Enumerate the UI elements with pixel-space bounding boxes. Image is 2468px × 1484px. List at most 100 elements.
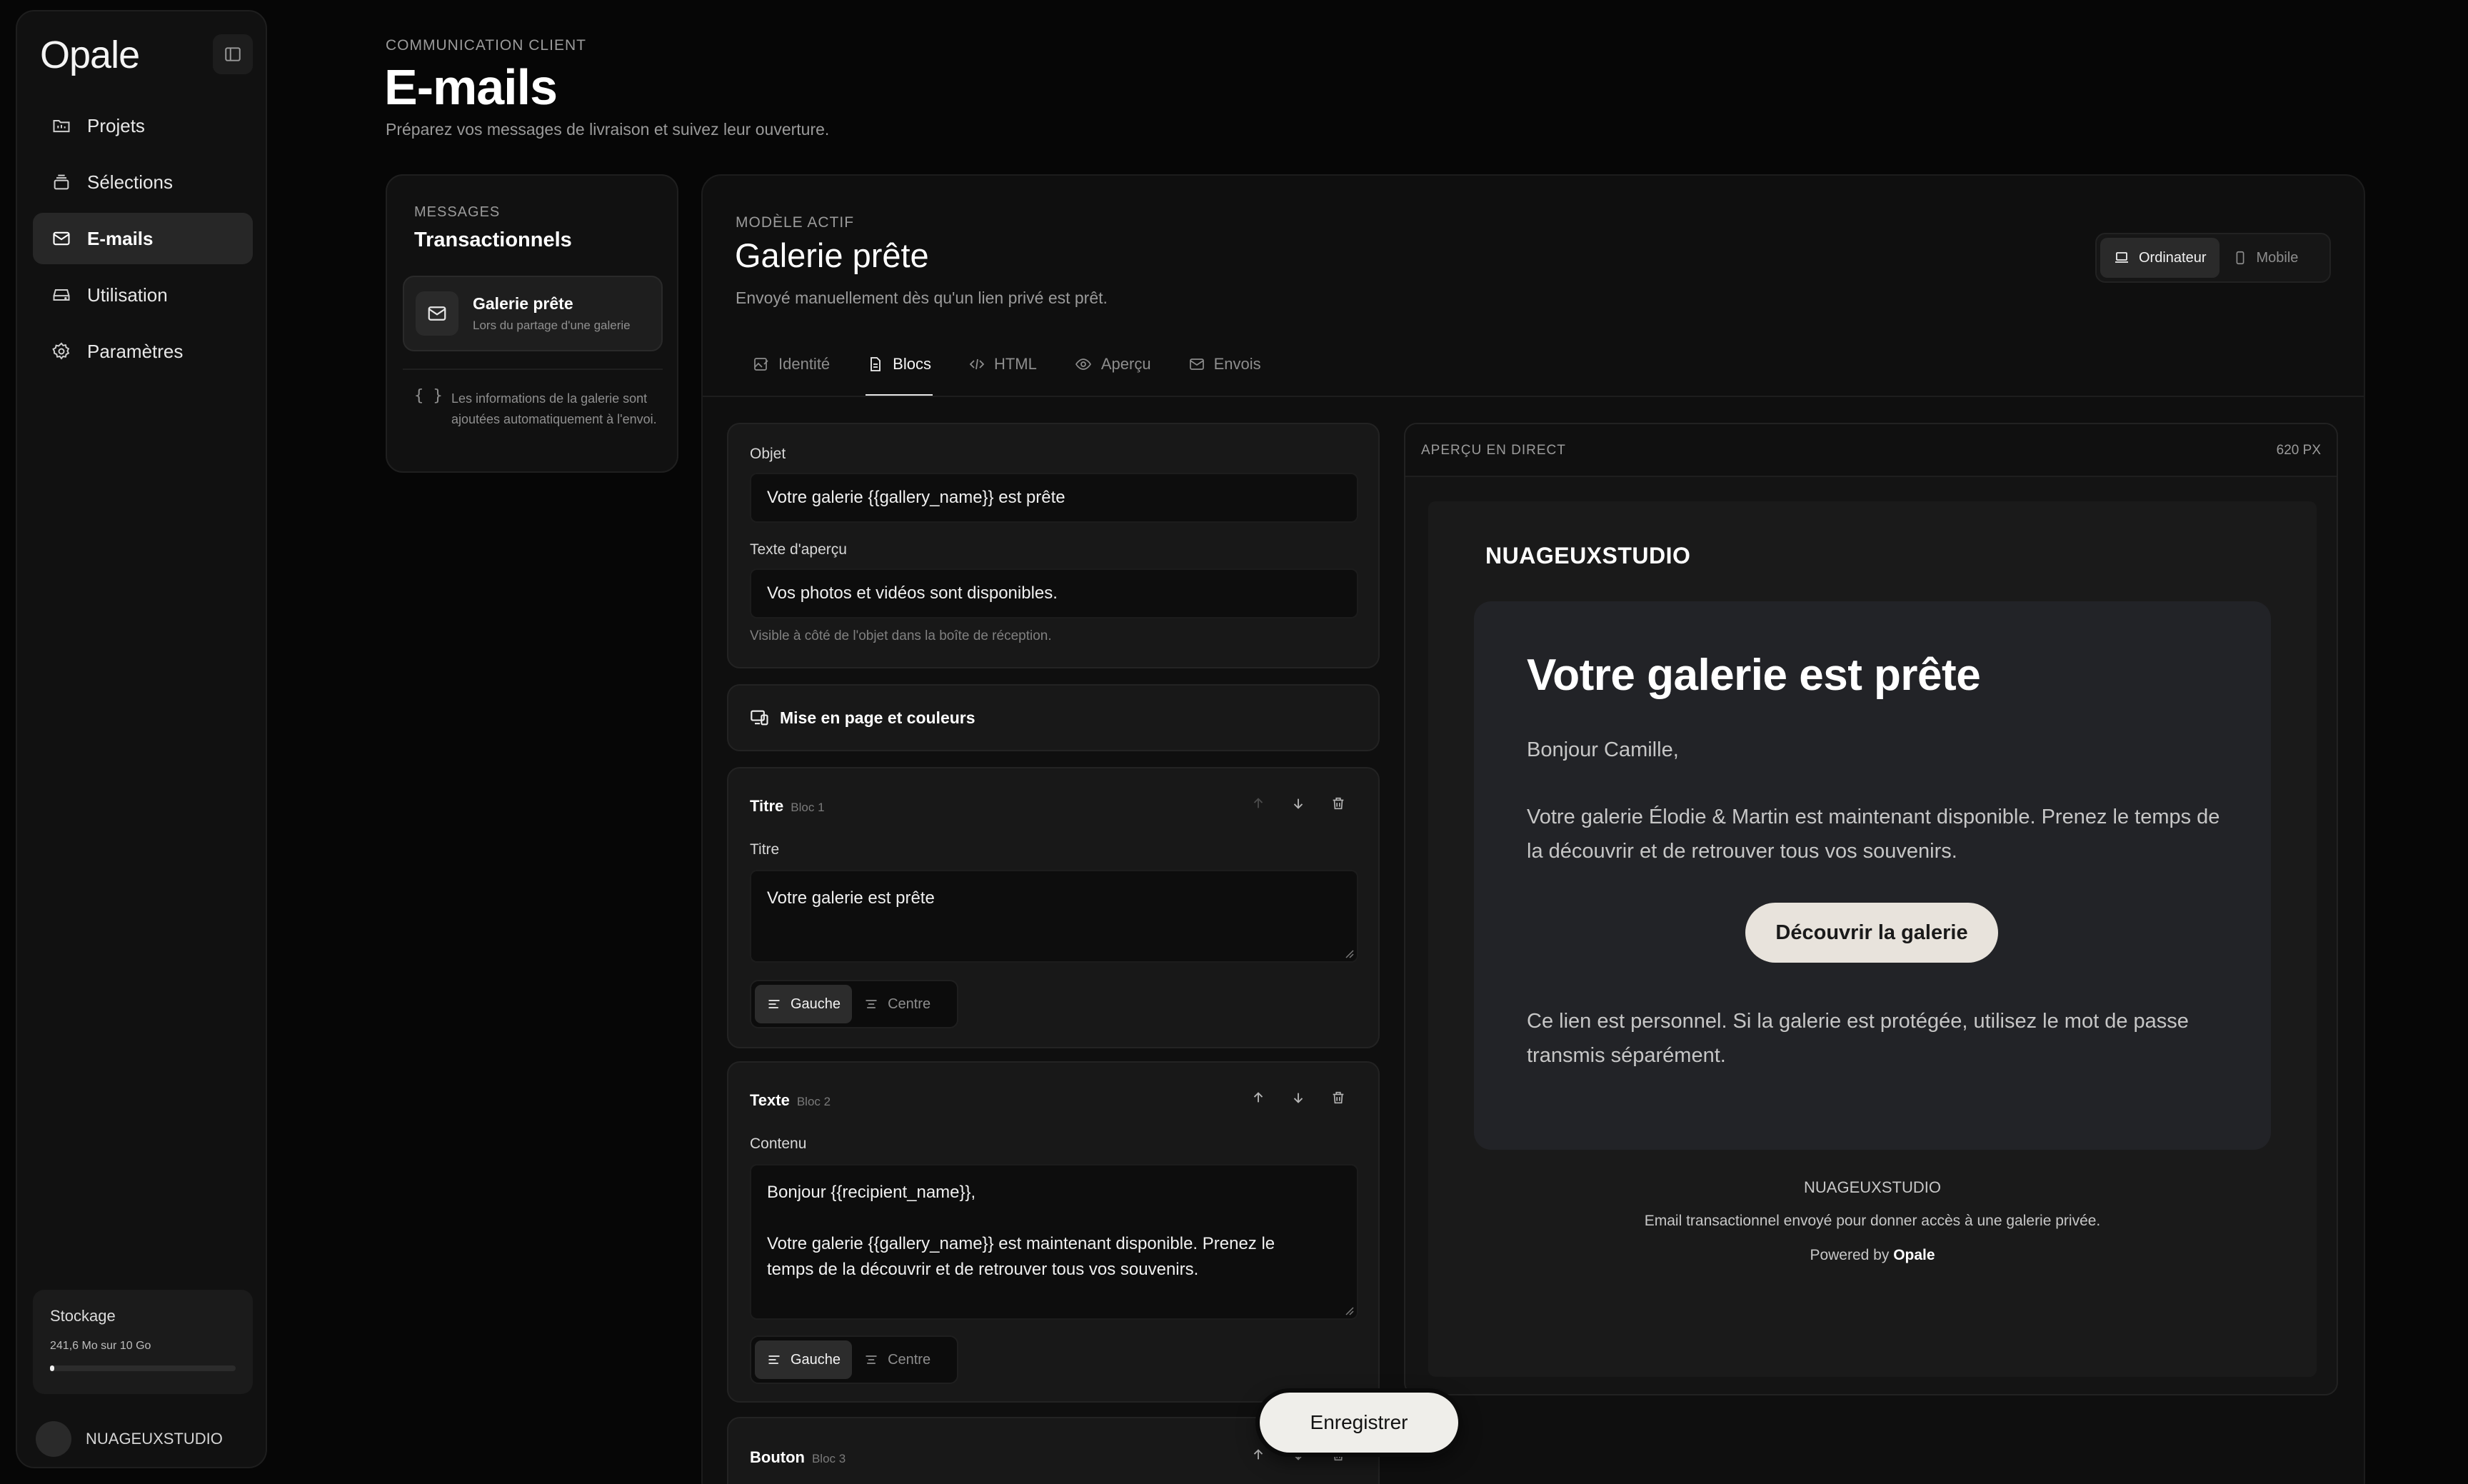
align-label: Centre xyxy=(888,996,931,1012)
laptop-icon xyxy=(2115,252,2128,263)
nav-item-emails[interactable]: E-mails xyxy=(33,213,253,264)
subject-card: Objet Votre galerie {{gallery_name}} est… xyxy=(727,423,1380,668)
template-eyebrow: MODÈLE ACTIF xyxy=(736,214,855,231)
align-center-button[interactable]: Centre xyxy=(852,1340,942,1379)
tab-label: Identité xyxy=(778,355,831,373)
block-number: Bloc 1 xyxy=(791,801,825,814)
nav-item-parametres[interactable]: Paramètres xyxy=(33,326,253,377)
block-actions xyxy=(1238,791,1358,816)
nav-label: Projets xyxy=(87,114,145,136)
tab-apercu[interactable]: Aperçu xyxy=(1074,350,1151,378)
content-field-label: Contenu xyxy=(750,1135,807,1152)
app-logo: Opale xyxy=(40,34,140,76)
move-up-button[interactable] xyxy=(1238,791,1278,816)
email-cta-button[interactable]: Découvrir la galerie xyxy=(1745,903,1998,963)
device-label: Ordinateur xyxy=(2139,249,2207,266)
preview-text-input[interactable]: Vos photos et vidéos sont disponibles. xyxy=(750,568,1358,618)
delete-block-button[interactable] xyxy=(1318,791,1358,816)
device-label: Mobile xyxy=(2256,249,2299,266)
powered-prefix: Powered by xyxy=(1810,1247,1890,1263)
block-card-texte: Texte Bloc 2 Contenu Bonjour {{recipient_… xyxy=(727,1061,1380,1403)
image-edit-icon xyxy=(754,358,768,371)
storage-title: Stockage xyxy=(50,1307,116,1325)
move-down-button[interactable] xyxy=(1278,1086,1318,1110)
device-desktop-button[interactable]: Ordinateur xyxy=(2100,238,2219,278)
stack-icon xyxy=(50,171,73,194)
storage-progress-bar xyxy=(50,1365,236,1371)
messages-panel: MESSAGES Transactionnels Galerie prête L… xyxy=(386,174,678,473)
template-tabs: Identité Blocs HTML Aperçu Envois xyxy=(753,350,1298,396)
messages-title: Transactionnels xyxy=(414,229,572,251)
email-body: Votre galerie Élodie & Martin est mainte… xyxy=(1527,806,2220,863)
save-button[interactable]: Enregistrer xyxy=(1260,1393,1458,1453)
layout-colors-label: Mise en page et couleurs xyxy=(780,708,975,727)
align-label: Centre xyxy=(888,1351,931,1368)
nav-label: Paramètres xyxy=(87,340,184,362)
email-heading: Votre galerie est prête xyxy=(1527,651,1981,700)
preview-label: APERÇU EN DIRECT xyxy=(1421,443,1566,458)
content-textarea-value: Bonjour {{recipient_name}}, Votre galeri… xyxy=(767,1183,1275,1279)
nav-item-utilisation[interactable]: Utilisation xyxy=(33,269,253,321)
eye-icon xyxy=(1075,359,1091,370)
resize-handle-icon[interactable] xyxy=(1344,1305,1354,1315)
email-note: Ce lien est personnel. Si la galerie est… xyxy=(1527,1010,2189,1067)
account-menu[interactable]: NUAGEUXSTUDIO xyxy=(33,1421,223,1457)
account-name: NUAGEUXSTUDIO xyxy=(86,1430,223,1448)
preview-header: APERÇU EN DIRECT 620 PX xyxy=(1405,424,2337,477)
arrow-down-icon xyxy=(1293,798,1303,809)
tab-blocs[interactable]: Blocs xyxy=(866,350,933,396)
align-center-icon xyxy=(866,1355,877,1364)
resize-handle-icon[interactable] xyxy=(1344,948,1354,958)
code-icon xyxy=(969,359,985,370)
avatar xyxy=(36,1421,71,1457)
move-down-button[interactable] xyxy=(1278,791,1318,816)
tab-label: HTML xyxy=(993,355,1037,373)
block-title: Bouton Bloc 3 xyxy=(750,1448,846,1467)
powered-brand: Opale xyxy=(1893,1247,1935,1263)
block-name: Texte xyxy=(750,1091,790,1109)
arrow-up-icon xyxy=(1253,798,1263,808)
tab-label: Aperçu xyxy=(1100,355,1151,373)
alignment-toggle: Gauche Centre xyxy=(750,980,958,1028)
messages-label: MESSAGES xyxy=(414,204,501,220)
nav-label: E-mails xyxy=(87,227,154,249)
nav-item-projets[interactable]: Projets xyxy=(33,100,253,151)
tab-envois[interactable]: Envois xyxy=(1188,350,1261,378)
subject-label: Objet xyxy=(750,446,786,462)
nav-label: Sélections xyxy=(87,171,173,193)
content-textarea[interactable]: Bonjour {{recipient_name}}, Votre galeri… xyxy=(750,1164,1358,1320)
nav-item-selections[interactable]: Sélections xyxy=(33,156,253,208)
layout-colors-toggle[interactable]: Mise en page et couleurs xyxy=(727,684,1380,751)
message-item-galerie-prete[interactable]: Galerie prête Lors du partage d'une gale… xyxy=(403,276,663,351)
block-number: Bloc 3 xyxy=(811,1452,846,1465)
mail-icon xyxy=(50,227,73,250)
delete-block-button[interactable] xyxy=(1318,1086,1358,1110)
title-textarea[interactable]: Votre galerie est prête xyxy=(750,870,1358,963)
tab-identite[interactable]: Identité xyxy=(753,350,830,378)
device-toggle: Ordinateur Mobile xyxy=(2095,233,2331,283)
tab-label: Envois xyxy=(1213,355,1261,373)
arrow-up-icon xyxy=(1253,1092,1263,1103)
arrow-up-icon xyxy=(1253,1449,1263,1460)
collapse-sidebar-button[interactable] xyxy=(213,34,253,74)
align-left-button[interactable]: Gauche xyxy=(755,985,853,1023)
drive-icon xyxy=(50,284,73,306)
move-up-button[interactable] xyxy=(1238,1086,1278,1110)
email-footer-brand: NUAGEUXSTUDIO xyxy=(1804,1178,1941,1196)
tab-html[interactable]: HTML xyxy=(968,350,1037,378)
gear-icon xyxy=(50,340,73,363)
email-greeting: Bonjour Camille, xyxy=(1527,738,1679,761)
block-title: Titre Bloc 1 xyxy=(750,797,825,816)
align-center-button[interactable]: Centre xyxy=(852,985,942,1023)
storage-usage: 241,6 Mo sur 10 Go xyxy=(50,1340,151,1352)
phone-icon xyxy=(2236,251,2244,265)
live-preview: APERÇU EN DIRECT 620 PX NUAGEUXSTUDIO Vo… xyxy=(1404,423,2338,1395)
page-eyebrow: COMMUNICATION CLIENT xyxy=(386,37,586,54)
title-textarea-value: Votre galerie est prête xyxy=(767,888,935,908)
preview-text-label: Texte d'aperçu xyxy=(750,541,847,558)
device-mobile-button[interactable]: Mobile xyxy=(2219,238,2312,278)
devices-icon xyxy=(751,710,768,726)
align-left-button[interactable]: Gauche xyxy=(755,1340,853,1379)
subject-input[interactable]: Votre galerie {{gallery_name}} est prête xyxy=(750,473,1358,523)
sidebar-toggle-icon xyxy=(225,47,241,61)
